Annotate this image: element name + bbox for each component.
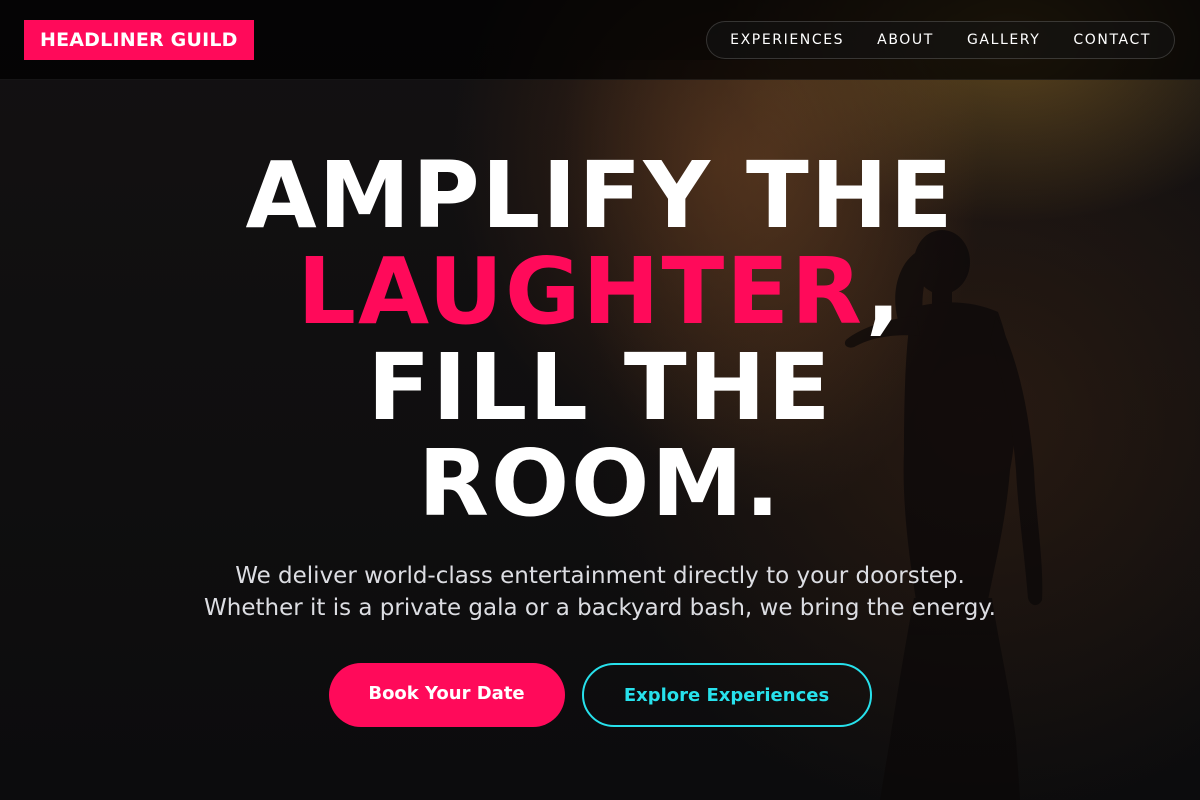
nav-link-gallery[interactable]: GALLERY [967, 32, 1040, 48]
main-nav: EXPERIENCES ABOUT GALLERY CONTACT [706, 21, 1175, 59]
headline-line-4: ROOM. [418, 430, 782, 537]
headline-accent-word: LAUGHTER [297, 238, 866, 345]
hero-section: HEADLINER GUILD EXPERIENCES ABOUT GALLER… [0, 0, 1200, 800]
hero-headline: AMPLIFY THE LAUGHTER, FILL THE ROOM. [0, 148, 1200, 532]
nav-link-experiences[interactable]: EXPERIENCES [730, 32, 844, 48]
subtitle-line-1: We deliver world-class entertainment dir… [235, 563, 965, 589]
brand-logo[interactable]: HEADLINER GUILD [24, 20, 254, 60]
explore-experiences-button[interactable]: Explore Experiences [581, 663, 872, 727]
hero-cta-group: Book Your Date Explore Experiences [0, 663, 1200, 727]
subtitle-line-2: Whether it is a private gala or a backya… [204, 595, 996, 621]
headline-line-2: LAUGHTER, [0, 244, 1200, 340]
nav-link-contact[interactable]: CONTACT [1073, 32, 1151, 48]
hero-subtitle: We deliver world-class entertainment dir… [0, 560, 1200, 624]
book-your-date-button[interactable]: Book Your Date [328, 663, 565, 727]
nav-link-about[interactable]: ABOUT [877, 32, 934, 48]
headline-line-3: FILL THE [367, 334, 833, 441]
headline-line-1: AMPLIFY THE [245, 142, 955, 249]
top-navigation-bar: HEADLINER GUILD EXPERIENCES ABOUT GALLER… [0, 0, 1200, 80]
headline-accent-punct: , [865, 238, 903, 345]
